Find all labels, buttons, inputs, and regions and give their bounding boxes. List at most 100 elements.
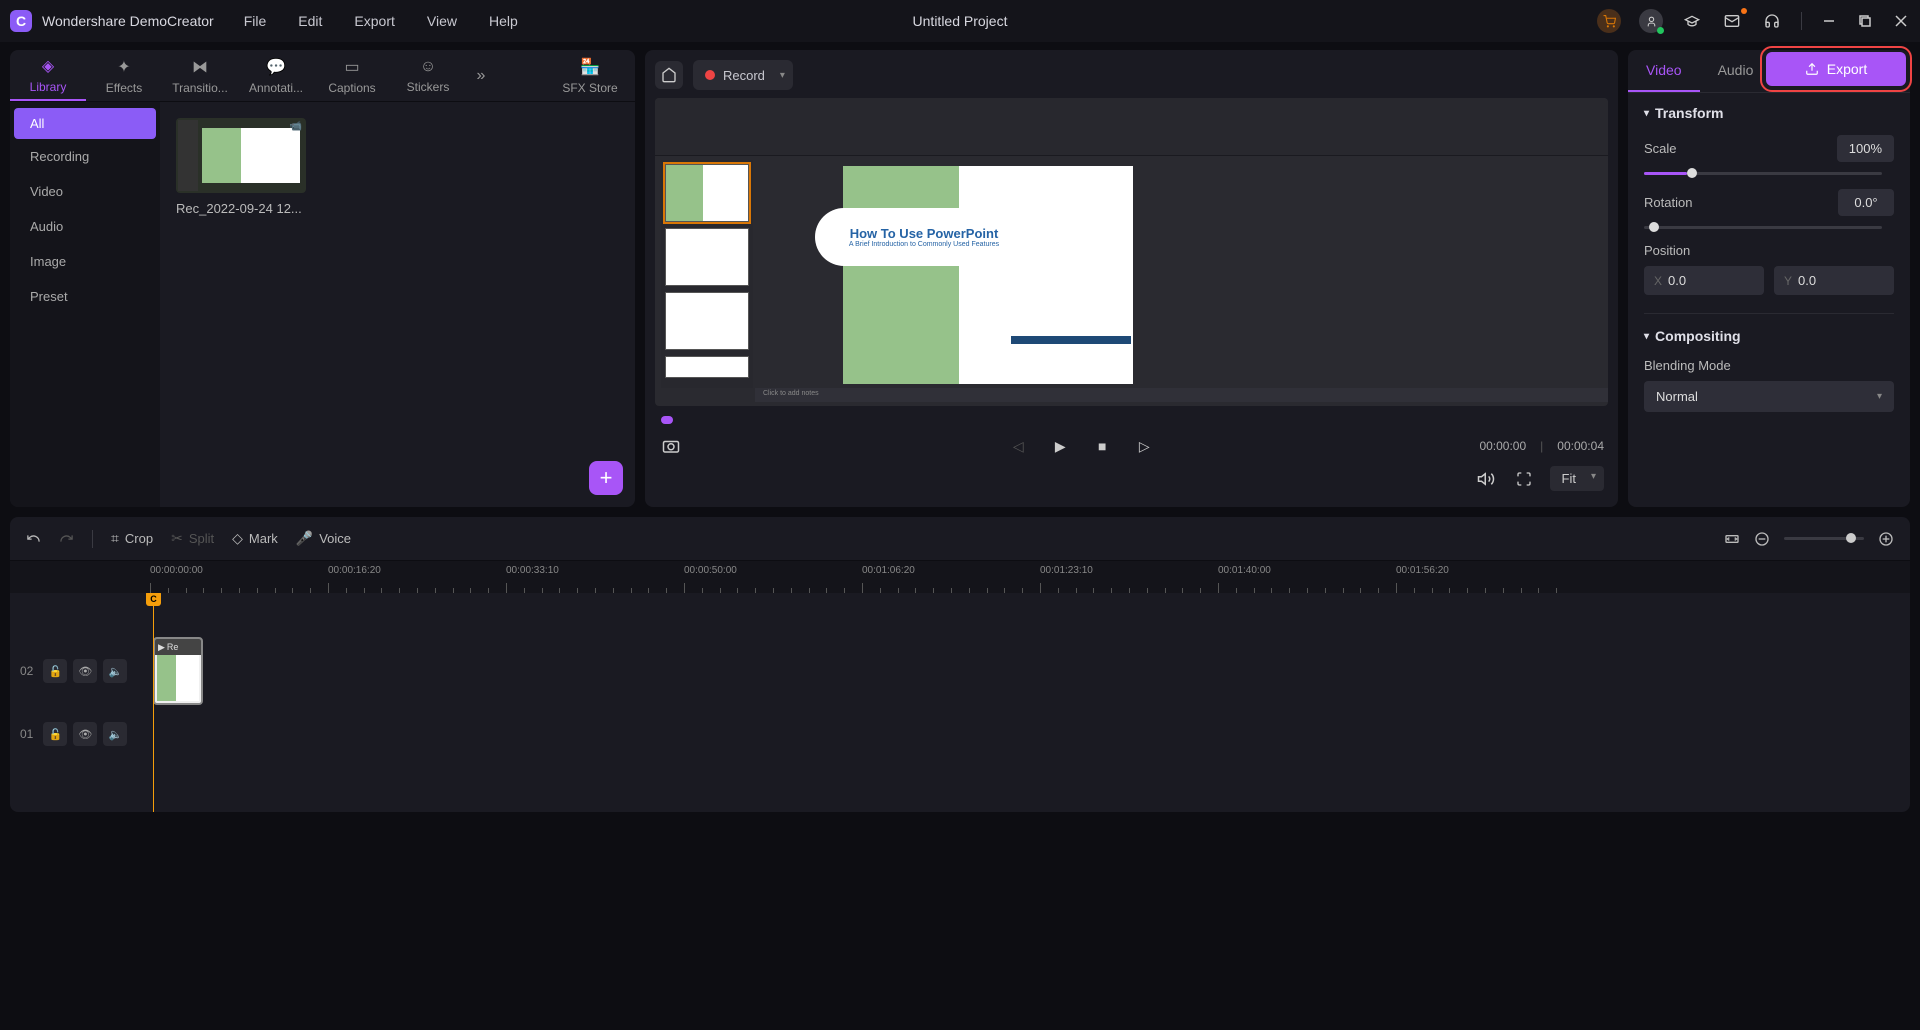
timeline-panel: ⌗Crop ✂Split ◇Mark 🎤Voice 00:00:00:0000:… — [10, 517, 1910, 812]
zoom-slider[interactable] — [1784, 537, 1864, 540]
user-icon[interactable] — [1639, 9, 1663, 33]
mark-button[interactable]: ◇Mark — [232, 530, 278, 547]
blend-label: Blending Mode — [1644, 358, 1894, 373]
transform-section-toggle[interactable]: ▾Transform — [1644, 105, 1894, 121]
position-x-input[interactable]: X0.0 — [1644, 266, 1764, 295]
chevron-down-icon: ▾ — [780, 70, 785, 81]
captions-icon: ▭ — [344, 57, 359, 77]
tab-annotations[interactable]: 💬Annotati... — [238, 50, 314, 101]
track-visibility-button[interactable]: 👁 — [73, 722, 97, 746]
position-y-input[interactable]: Y0.0 — [1774, 266, 1894, 295]
undo-button[interactable] — [26, 531, 41, 546]
titlebar: C Wondershare DemoCreator File Edit Expo… — [0, 0, 1920, 42]
volume-button[interactable] — [1474, 467, 1498, 491]
camera-icon: 📹 — [290, 121, 302, 132]
preview-viewport[interactable]: How To Use PowerPoint A Brief Introducti… — [655, 98, 1608, 406]
mark-icon: ◇ — [232, 530, 243, 547]
tab-more[interactable]: » — [466, 50, 496, 101]
crop-button[interactable]: ⌗Crop — [111, 530, 153, 547]
export-label: Export — [1827, 61, 1867, 77]
scale-value[interactable]: 100% — [1837, 135, 1894, 162]
time-current: 00:00:00 — [1479, 439, 1526, 453]
fullscreen-button[interactable] — [1512, 467, 1536, 491]
minimize-button[interactable] — [1820, 12, 1838, 30]
library-icon: ◈ — [42, 56, 54, 76]
stickers-icon: ☺ — [420, 58, 436, 76]
tab-effects[interactable]: ✦Effects — [86, 50, 162, 101]
tab-captions[interactable]: ▭Captions — [314, 50, 390, 101]
position-label: Position — [1644, 243, 1894, 258]
rotation-value[interactable]: 0.0° — [1838, 189, 1894, 216]
sidebar-item-image[interactable]: Image — [10, 244, 160, 279]
track-mute-button[interactable]: 🔈 — [103, 659, 127, 683]
cart-icon[interactable] — [1597, 9, 1621, 33]
library-panel: ◈Library ✦Effects ⧓Transitio... 💬Annotat… — [10, 50, 635, 507]
menu-help[interactable]: Help — [489, 13, 518, 29]
stop-button[interactable]: ■ — [1090, 434, 1114, 458]
add-media-button[interactable]: + — [589, 461, 623, 495]
zoom-out-button[interactable] — [1754, 531, 1770, 547]
menu-view[interactable]: View — [427, 13, 457, 29]
slide-subtitle: A Brief Introduction to Commonly Used Fe… — [849, 241, 999, 248]
track-lock-button[interactable]: 🔓 — [43, 659, 67, 683]
scale-label: Scale — [1644, 141, 1677, 156]
next-frame-button[interactable]: ▷ — [1132, 434, 1156, 458]
timeline-ruler[interactable]: 00:00:00:0000:00:16:2000:00:33:1000:00:5… — [10, 561, 1910, 593]
blend-mode-select[interactable]: Normal▾ — [1644, 381, 1894, 412]
track-02-label: 02 — [20, 664, 33, 678]
tab-audio-props[interactable]: Audio — [1700, 50, 1772, 92]
mic-icon: 🎤 — [296, 530, 313, 547]
preview-panel: Record ▾ How To Use PowerPoint A Brief I… — [645, 50, 1618, 507]
clip-thumbnail: 📹 — [176, 118, 306, 193]
tab-transitions[interactable]: ⧓Transitio... — [162, 50, 238, 101]
mail-icon[interactable] — [1721, 10, 1743, 32]
tab-stickers[interactable]: ☺Stickers — [390, 50, 466, 101]
upload-icon — [1805, 62, 1819, 76]
fit-timeline-button[interactable] — [1724, 531, 1740, 547]
graduation-icon[interactable] — [1681, 10, 1703, 32]
headset-icon[interactable] — [1761, 10, 1783, 32]
play-button[interactable]: ▶ — [1048, 434, 1072, 458]
playhead[interactable]: C — [153, 593, 154, 812]
export-button[interactable]: Export — [1766, 52, 1906, 86]
fit-select[interactable]: Fit▾ — [1550, 466, 1604, 491]
menu-export[interactable]: Export — [354, 13, 394, 29]
redo-button[interactable] — [59, 531, 74, 546]
timeline-clip[interactable]: ▶Re — [153, 637, 203, 705]
clip-label: Rec_2022-09-24 12... — [176, 201, 306, 216]
voice-button[interactable]: 🎤Voice — [296, 530, 351, 547]
menu-file[interactable]: File — [244, 13, 267, 29]
track-lock-button[interactable]: 🔓 — [43, 722, 67, 746]
sidebar-item-audio[interactable]: Audio — [10, 209, 160, 244]
project-title: Untitled Project — [913, 13, 1008, 29]
prev-frame-button[interactable]: ◁ — [1006, 434, 1030, 458]
maximize-button[interactable] — [1856, 12, 1874, 30]
sidebar-item-preset[interactable]: Preset — [10, 279, 160, 314]
preview-scrubber[interactable] — [655, 412, 1608, 428]
sidebar-item-video[interactable]: Video — [10, 174, 160, 209]
app-logo: C — [10, 10, 32, 32]
menu-edit[interactable]: Edit — [298, 13, 322, 29]
rotation-slider[interactable] — [1644, 226, 1882, 229]
tab-sfx-store[interactable]: 🏪SFX Store — [545, 50, 635, 101]
notes-area: Click to add notes — [755, 388, 1608, 402]
track-mute-button[interactable]: 🔈 — [103, 722, 127, 746]
rotation-label: Rotation — [1644, 195, 1692, 210]
home-button[interactable] — [655, 61, 683, 89]
app-name: Wondershare DemoCreator — [42, 13, 214, 29]
scale-slider[interactable] — [1644, 172, 1882, 175]
chevron-down-icon: ▾ — [1644, 108, 1649, 119]
zoom-in-button[interactable] — [1878, 531, 1894, 547]
tab-library[interactable]: ◈Library — [10, 50, 86, 101]
close-button[interactable] — [1892, 12, 1910, 30]
compositing-section-toggle[interactable]: ▾Compositing — [1644, 328, 1894, 344]
tab-video-props[interactable]: Video — [1628, 50, 1700, 92]
track-visibility-button[interactable]: 👁 — [73, 659, 97, 683]
sidebar-item-recording[interactable]: Recording — [10, 139, 160, 174]
sidebar-item-all[interactable]: All — [14, 108, 156, 139]
record-button[interactable]: Record ▾ — [693, 60, 793, 90]
media-clip[interactable]: 📹 Rec_2022-09-24 12... — [176, 118, 306, 216]
snapshot-button[interactable] — [659, 434, 683, 458]
split-button[interactable]: ✂Split — [171, 530, 214, 547]
more-icon: » — [477, 67, 486, 85]
